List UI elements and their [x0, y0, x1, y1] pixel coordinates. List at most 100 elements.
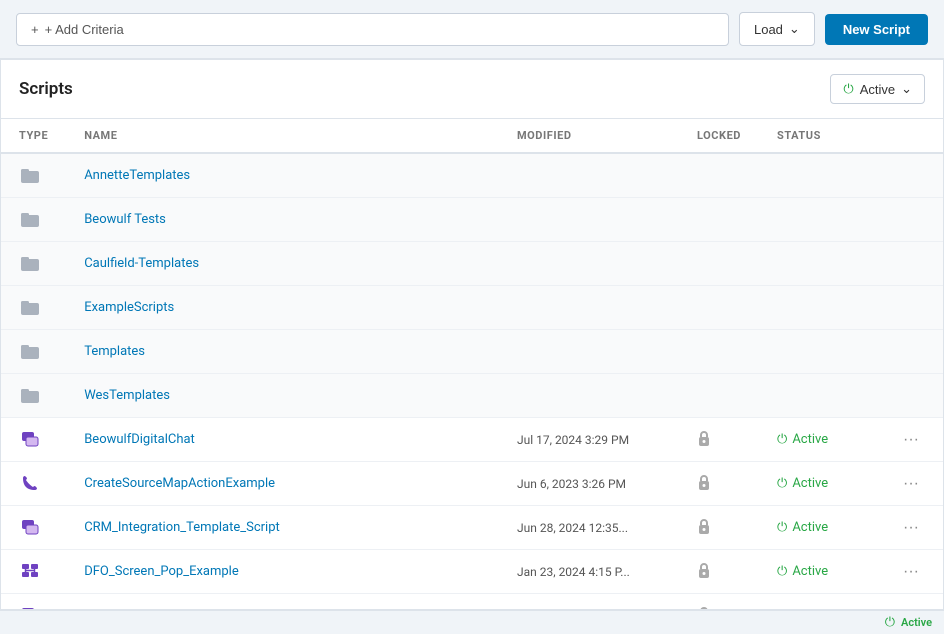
row-name[interactable]: CRM_Integration_Template_Script — [66, 506, 499, 550]
row-modified — [499, 198, 679, 242]
chevron-down-icon: ⌄ — [901, 81, 912, 97]
row-type-icon — [1, 330, 66, 374]
add-criteria-label: + Add Criteria — [45, 22, 124, 37]
table-row[interactable]: ExampleScripts — [1, 286, 943, 330]
table-row[interactable]: Caulfield-Templates — [1, 242, 943, 286]
row-modified: Jun 6, 2023 3:26 PM — [499, 462, 679, 506]
load-label: Load — [754, 22, 783, 37]
row-name[interactable]: Templates — [66, 330, 499, 374]
ellipsis-button[interactable]: ··· — [897, 473, 925, 495]
row-locked — [679, 550, 759, 594]
active-filter-button[interactable]: ⏻ Active ⌄ — [830, 74, 925, 104]
table-row[interactable]: BeowulfDigitalChatJul 17, 2024 3:29 PM ⏻… — [1, 418, 943, 462]
row-modified: Jan 23, 2024 4:15 P... — [499, 550, 679, 594]
lock-icon — [697, 476, 711, 494]
lock-icon — [697, 608, 711, 610]
table-row[interactable]: Templates — [1, 330, 943, 374]
row-type-icon — [1, 462, 66, 506]
col-header-locked: LOCKED — [679, 119, 759, 153]
row-status — [759, 242, 879, 286]
row-name-link[interactable]: digitalB_LiveChat — [84, 608, 184, 609]
ellipsis-button[interactable]: ··· — [897, 429, 925, 451]
table-row[interactable]: CRM_Integration_Template_Script Jun 28, 2… — [1, 506, 943, 550]
row-modified — [499, 330, 679, 374]
status-power-icon: ⏻ — [777, 476, 787, 491]
row-locked — [679, 462, 759, 506]
row-actions — [879, 374, 943, 418]
scripts-table: TYPE NAME MODIFIED LOCKED STATUS Annette… — [1, 119, 943, 609]
row-type-icon — [1, 286, 66, 330]
row-locked — [679, 594, 759, 610]
row-name-link[interactable]: Caulfield-Templates — [84, 256, 199, 271]
row-actions — [879, 153, 943, 198]
row-name[interactable]: ExampleScripts — [66, 286, 499, 330]
row-status: ⏻ Active — [759, 462, 879, 506]
row-name[interactable]: BeowulfDigitalChat — [66, 418, 499, 462]
new-script-button[interactable]: New Script — [825, 14, 928, 45]
status-power-icon: ⏻ — [885, 615, 895, 630]
table-row[interactable]: DFO_Screen_Pop_Example Jan 23, 2024 4:15 … — [1, 550, 943, 594]
table-row[interactable]: AnnetteTemplates — [1, 153, 943, 198]
row-status — [759, 330, 879, 374]
row-name-link[interactable]: DFO_Screen_Pop_Example — [84, 564, 239, 579]
row-name[interactable]: WesTemplates — [66, 374, 499, 418]
row-name[interactable]: CreateSourceMapActionExample — [66, 462, 499, 506]
power-icon: ⏻ — [843, 81, 853, 97]
row-name-link[interactable]: ExampleScripts — [84, 300, 174, 315]
row-name[interactable]: digitalB_LiveChat — [66, 594, 499, 610]
table-header: TYPE NAME MODIFIED LOCKED STATUS — [1, 119, 943, 153]
status-badge: ⏻ Active — [777, 476, 828, 491]
top-bar: + + Add Criteria Load ⌄ New Script — [0, 0, 944, 59]
row-name[interactable]: AnnetteTemplates — [66, 153, 499, 198]
load-button[interactable]: Load ⌄ — [739, 12, 815, 46]
table-row[interactable]: digitalB_LiveChatNov 7, 2022 3:04 PM ⏻Ac… — [1, 594, 943, 610]
row-name-link[interactable]: AnnetteTemplates — [84, 168, 190, 183]
status-badge: ⏻Active — [777, 520, 828, 535]
status-badge: ⏻Active — [777, 608, 828, 609]
row-name-link[interactable]: CRM_Integration_Template_Script — [84, 520, 280, 535]
col-header-name: NAME — [66, 119, 499, 153]
row-actions[interactable]: ··· — [879, 418, 943, 462]
row-actions[interactable]: ··· — [879, 506, 943, 550]
lock-icon — [697, 564, 711, 582]
row-name[interactable]: Beowulf Tests — [66, 198, 499, 242]
row-actions[interactable]: ··· — [879, 550, 943, 594]
row-locked — [679, 330, 759, 374]
row-modified: Jun 28, 2024 12:35... — [499, 506, 679, 550]
row-name-link[interactable]: CreateSourceMapActionExample — [84, 476, 275, 491]
ellipsis-button[interactable]: ··· — [897, 605, 925, 610]
ellipsis-button[interactable]: ··· — [897, 517, 925, 539]
ellipsis-button[interactable]: ··· — [897, 561, 925, 583]
lock-icon — [697, 520, 711, 538]
row-actions — [879, 198, 943, 242]
row-type-icon — [1, 506, 66, 550]
row-name-link[interactable]: BeowulfDigitalChat — [84, 432, 195, 447]
row-name[interactable]: DFO_Screen_Pop_Example — [66, 550, 499, 594]
col-header-actions — [879, 119, 943, 153]
row-status — [759, 153, 879, 198]
row-name-link[interactable]: Templates — [84, 344, 145, 359]
row-status: ⏻Active — [759, 550, 879, 594]
row-status — [759, 374, 879, 418]
row-name-link[interactable]: Beowulf Tests — [84, 212, 166, 227]
row-name-link[interactable]: WesTemplates — [84, 388, 170, 403]
table-row[interactable]: CreateSourceMapActionExample Jun 6, 2023 … — [1, 462, 943, 506]
table-row[interactable]: Beowulf Tests — [1, 198, 943, 242]
col-header-modified: MODIFIED — [499, 119, 679, 153]
row-name[interactable]: Caulfield-Templates — [66, 242, 499, 286]
col-header-status: STATUS — [759, 119, 879, 153]
scripts-header: Scripts ⏻ Active ⌄ — [1, 60, 943, 119]
status-label: Active — [792, 476, 828, 491]
row-modified — [499, 374, 679, 418]
chat-icon — [19, 516, 41, 538]
phone-icon — [19, 472, 41, 494]
status-power-icon: ⏻ — [777, 608, 787, 609]
table-body: AnnetteTemplates Beowulf Tests Caulfield… — [1, 153, 943, 609]
row-type-icon — [1, 594, 66, 610]
row-actions[interactable]: ··· — [879, 462, 943, 506]
row-actions[interactable]: ··· — [879, 594, 943, 610]
status-badge: ⏻Active — [777, 564, 828, 579]
row-locked — [679, 506, 759, 550]
table-row[interactable]: WesTemplates — [1, 374, 943, 418]
add-criteria-button[interactable]: + + Add Criteria — [16, 13, 729, 46]
